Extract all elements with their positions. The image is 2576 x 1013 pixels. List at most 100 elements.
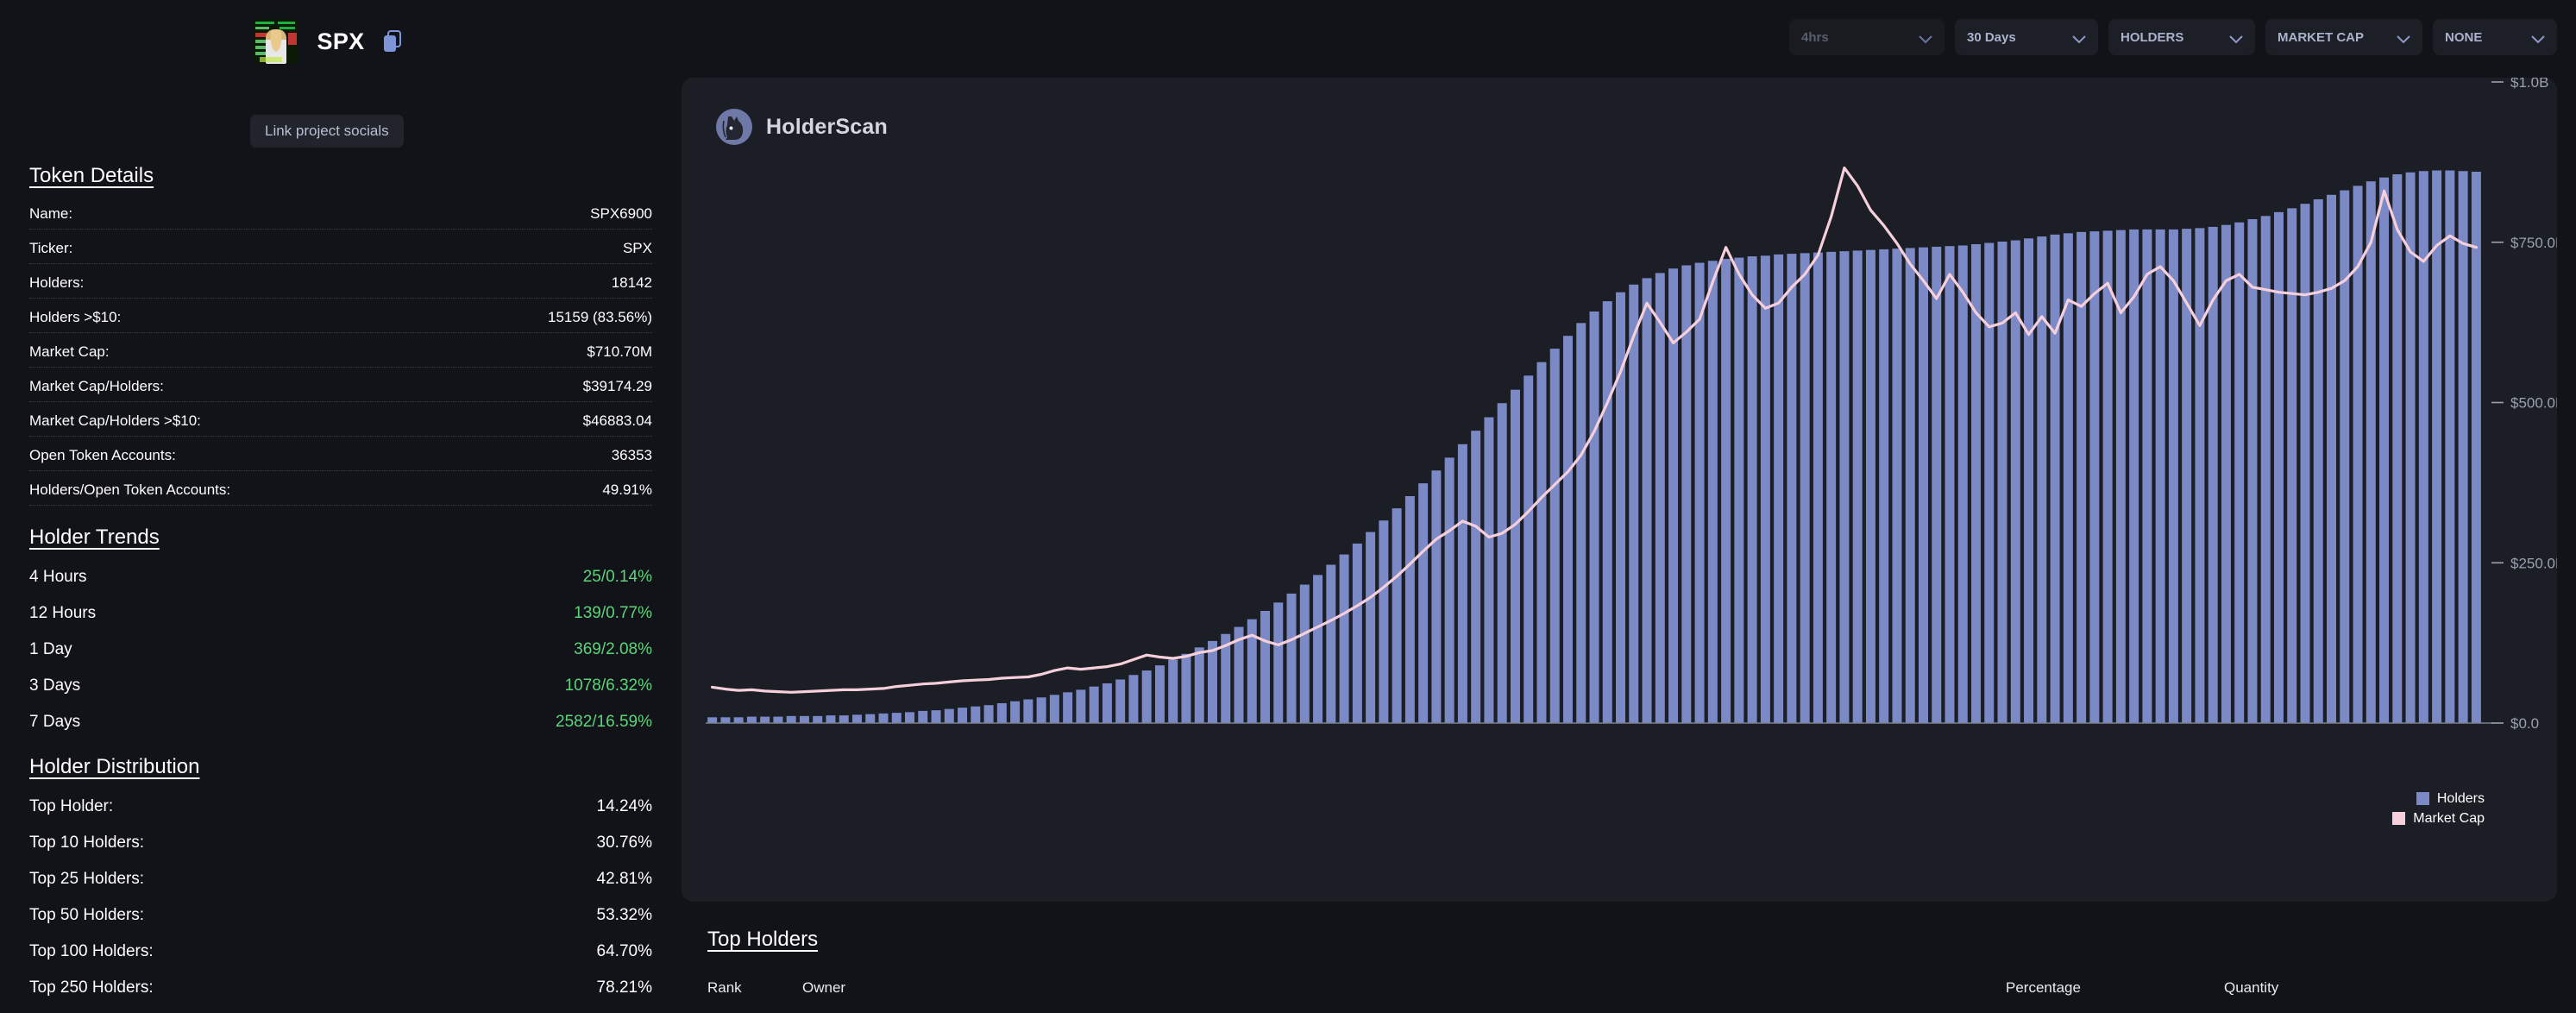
holders-bar[interactable] <box>2037 236 2047 723</box>
legend-item-market-cap[interactable]: Market Cap <box>2392 809 2485 828</box>
holders-bar[interactable] <box>1299 584 1310 723</box>
holders-bar[interactable] <box>1497 403 1507 723</box>
holders-bar[interactable] <box>865 714 876 723</box>
filter-range[interactable]: 30 Days <box>1955 19 2098 55</box>
holders-bar[interactable] <box>851 714 862 723</box>
holders-bar[interactable] <box>996 702 1007 723</box>
holders-bar[interactable] <box>1510 389 1520 723</box>
filter-interval[interactable]: 4hrs <box>1789 19 1945 55</box>
holders-bar[interactable] <box>2050 234 2060 723</box>
filter-metric-secondary[interactable]: MARKET CAP <box>2265 19 2422 55</box>
holders-bar[interactable] <box>1707 261 1718 723</box>
holders-bar[interactable] <box>878 713 889 723</box>
holders-bar[interactable] <box>1168 659 1178 723</box>
holders-bar[interactable] <box>1721 259 1731 723</box>
holders-bar[interactable] <box>1734 257 1744 723</box>
filter-metric-tertiary[interactable]: NONE <box>2433 19 2557 55</box>
holders-bar[interactable] <box>1484 417 1494 723</box>
holders-bar[interactable] <box>2327 194 2337 723</box>
holders-market-cap-chart[interactable]: $1.0B $750.0M $500.0M $250.0M $0.0 <box>682 78 2557 902</box>
holders-bar[interactable] <box>2102 230 2113 723</box>
holders-bar[interactable] <box>2418 171 2428 723</box>
holders-bar[interactable] <box>931 710 941 723</box>
holders-bar[interactable] <box>2287 208 2297 723</box>
holders-bar[interactable] <box>1010 701 1021 723</box>
filter-metric-primary[interactable]: HOLDERS <box>2108 19 2255 55</box>
holders-bar[interactable] <box>1787 254 1797 723</box>
holders-bar[interactable] <box>1089 686 1099 723</box>
holders-bar[interactable] <box>1404 495 1415 723</box>
holders-bar[interactable] <box>1813 252 1823 723</box>
holders-bar[interactable] <box>1536 362 1547 723</box>
holders-bar[interactable] <box>1076 689 1086 723</box>
holders-bar[interactable] <box>1905 248 1915 723</box>
holders-bar[interactable] <box>2392 173 2403 723</box>
holders-bar[interactable] <box>1642 278 1652 723</box>
holders-bar[interactable] <box>760 716 770 723</box>
holders-bar[interactable] <box>1457 444 1467 723</box>
holders-bar[interactable] <box>1366 532 1376 723</box>
link-project-socials-button[interactable]: Link project socials <box>250 115 404 148</box>
holders-bar[interactable] <box>1997 242 2007 723</box>
holders-bar[interactable] <box>1326 564 1336 723</box>
holders-bar[interactable] <box>1128 675 1139 723</box>
holders-bar[interactable] <box>944 708 954 723</box>
holders-bar[interactable] <box>1181 653 1191 723</box>
holders-bar[interactable] <box>1602 301 1612 723</box>
holders-bar[interactable] <box>918 710 928 723</box>
holders-bar[interactable] <box>1115 679 1126 723</box>
holders-bar[interactable] <box>1352 543 1362 723</box>
holders-bar[interactable] <box>1260 610 1271 723</box>
holders-bar[interactable] <box>1879 249 1889 723</box>
holders-bar[interactable] <box>2247 219 2258 723</box>
holders-bar[interactable] <box>1392 508 1402 723</box>
holders-bar[interactable] <box>1760 255 1770 724</box>
holders-bar[interactable] <box>1694 262 1705 723</box>
holders-bar[interactable] <box>2471 172 2481 723</box>
holders-bar[interactable] <box>2129 229 2139 723</box>
holders-bar[interactable] <box>1839 251 1850 723</box>
holders-bar[interactable] <box>1102 683 1112 723</box>
holders-bar[interactable] <box>1313 575 1323 723</box>
holders-bar[interactable] <box>1471 431 1481 723</box>
holders-bar[interactable] <box>1339 554 1349 723</box>
holders-bar[interactable] <box>773 716 783 723</box>
holders-bar[interactable] <box>826 715 836 723</box>
holders-bar[interactable] <box>1629 284 1639 723</box>
holders-bar[interactable] <box>1747 256 1757 724</box>
copy-icon[interactable] <box>383 30 402 53</box>
holders-bar[interactable] <box>2458 171 2468 723</box>
holders-bar[interactable] <box>799 715 809 723</box>
holders-bar[interactable] <box>1655 273 1665 723</box>
holders-bar[interactable] <box>958 708 968 723</box>
holders-bar[interactable] <box>839 715 849 723</box>
holders-bar[interactable] <box>1273 602 1284 723</box>
holders-bar[interactable] <box>1918 247 1928 723</box>
holders-bar[interactable] <box>813 715 823 723</box>
holders-bar[interactable] <box>1865 249 1875 723</box>
holders-bar[interactable] <box>1444 457 1454 723</box>
holders-bar[interactable] <box>1932 246 1942 723</box>
holders-bar[interactable] <box>905 712 915 723</box>
holders-bar[interactable] <box>1562 336 1573 723</box>
holders-bar[interactable] <box>2273 211 2284 723</box>
holders-bar[interactable] <box>1524 375 1534 723</box>
holders-bar[interactable] <box>1945 246 1955 723</box>
holders-bar[interactable] <box>1207 640 1217 723</box>
holders-bar[interactable] <box>1892 249 1902 723</box>
holders-bar[interactable] <box>1154 665 1165 723</box>
holders-bar[interactable] <box>2432 170 2442 723</box>
holders-bar[interactable] <box>720 717 731 723</box>
holders-bar[interactable] <box>1023 699 1034 723</box>
holders-bar[interactable] <box>1379 520 1389 723</box>
holders-bar[interactable] <box>1589 311 1599 723</box>
holders-bar[interactable] <box>1852 250 1863 723</box>
holders-bar[interactable] <box>733 717 744 723</box>
holders-bar[interactable] <box>1800 253 1810 723</box>
holders-bar[interactable] <box>1286 593 1297 723</box>
holders-bar[interactable] <box>786 715 796 723</box>
holders-bar[interactable] <box>971 706 981 723</box>
holders-bar[interactable] <box>2155 229 2165 723</box>
holders-bar[interactable] <box>2024 238 2034 723</box>
holders-bar[interactable] <box>1049 695 1059 723</box>
